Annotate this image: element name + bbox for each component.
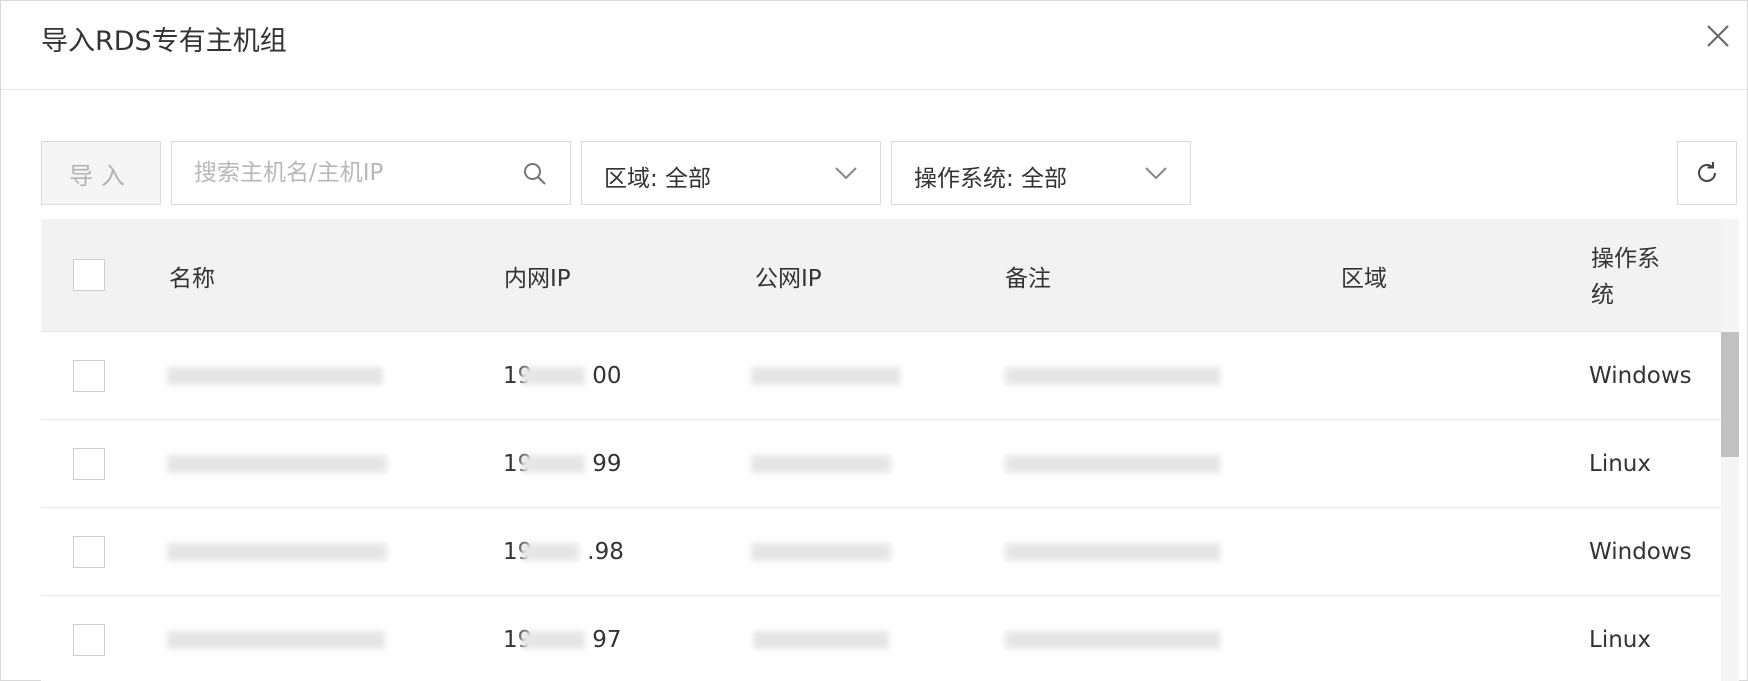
- os-cell: Linux: [1589, 451, 1651, 477]
- dialog-title: 导入RDS专有主机组: [41, 26, 287, 57]
- column-remark: 备注: [1005, 266, 1051, 292]
- redacted-public-ip: [751, 367, 901, 385]
- column-region: 区域: [1341, 266, 1387, 292]
- import-rds-dialog: 导入RDS专有主机组 导入 区域: 全部 操作系统: 全部: [0, 0, 1748, 681]
- redacted-ip: [521, 631, 585, 649]
- redacted-remark: [1005, 631, 1221, 649]
- column-public-ip: 公网IP: [755, 266, 822, 292]
- ip-suffix: 00: [592, 363, 622, 389]
- table-row[interactable]: 19 97 Linux: [41, 596, 1721, 681]
- search-input[interactable]: [194, 156, 514, 190]
- redacted-name: [167, 367, 383, 385]
- redacted-public-ip: [753, 631, 889, 649]
- table-row[interactable]: 19 00 Windows: [41, 332, 1721, 420]
- close-icon[interactable]: [1703, 21, 1733, 51]
- table-row[interactable]: 19 99 Linux: [41, 420, 1721, 508]
- refresh-icon: [1698, 162, 1716, 182]
- column-os: 操作系统: [1591, 246, 1660, 308]
- column-private-ip: 内网IP: [504, 266, 571, 292]
- region-select[interactable]: 区域: 全部: [581, 141, 881, 205]
- redacted-name: [167, 631, 385, 649]
- redacted-ip: [521, 367, 585, 385]
- host-table: 名称 内网IP 公网IP 备注 区域 操作系统 19 00 Windows 19 9…: [41, 219, 1721, 681]
- row-checkbox[interactable]: [73, 360, 105, 392]
- table-scrollbar-thumb[interactable]: [1721, 332, 1739, 457]
- dialog-header: 导入RDS专有主机组: [1, 1, 1747, 90]
- redacted-ip: [521, 455, 585, 473]
- toolbar: 导入 区域: 全部 操作系统: 全部: [41, 141, 1741, 205]
- refresh-button[interactable]: [1677, 141, 1737, 205]
- redacted-name: [167, 543, 387, 561]
- os-cell: Linux: [1589, 627, 1651, 653]
- os-select[interactable]: 操作系统: 全部: [891, 141, 1191, 205]
- select-all-checkbox[interactable]: [73, 259, 105, 291]
- redacted-public-ip: [751, 543, 891, 561]
- os-cell: Windows: [1589, 363, 1692, 389]
- ip-suffix: 97: [592, 627, 622, 653]
- import-button[interactable]: 导入: [41, 141, 161, 205]
- row-checkbox[interactable]: [73, 448, 105, 480]
- region-select-value: 区域: 全部: [604, 166, 712, 192]
- redacted-remark: [1005, 543, 1221, 561]
- redacted-public-ip: [751, 455, 891, 473]
- search-icon[interactable]: [522, 161, 548, 187]
- ip-suffix: 99: [592, 451, 622, 477]
- redacted-remark: [1005, 455, 1221, 473]
- chevron-down-icon: [1145, 167, 1167, 180]
- redacted-name: [167, 455, 387, 473]
- redacted-ip: [521, 543, 579, 561]
- row-checkbox[interactable]: [73, 536, 105, 568]
- ip-suffix: .98: [587, 539, 624, 565]
- os-select-value: 操作系统: 全部: [914, 166, 1068, 192]
- search-box[interactable]: [171, 141, 571, 205]
- column-name: 名称: [169, 266, 215, 292]
- row-checkbox[interactable]: [73, 624, 105, 656]
- table-row[interactable]: 19.98 Windows: [41, 508, 1721, 596]
- table-header: 名称 内网IP 公网IP 备注 区域 操作系统: [41, 219, 1721, 332]
- chevron-down-icon: [835, 167, 857, 180]
- redacted-remark: [1005, 367, 1221, 385]
- os-cell: Windows: [1589, 539, 1692, 565]
